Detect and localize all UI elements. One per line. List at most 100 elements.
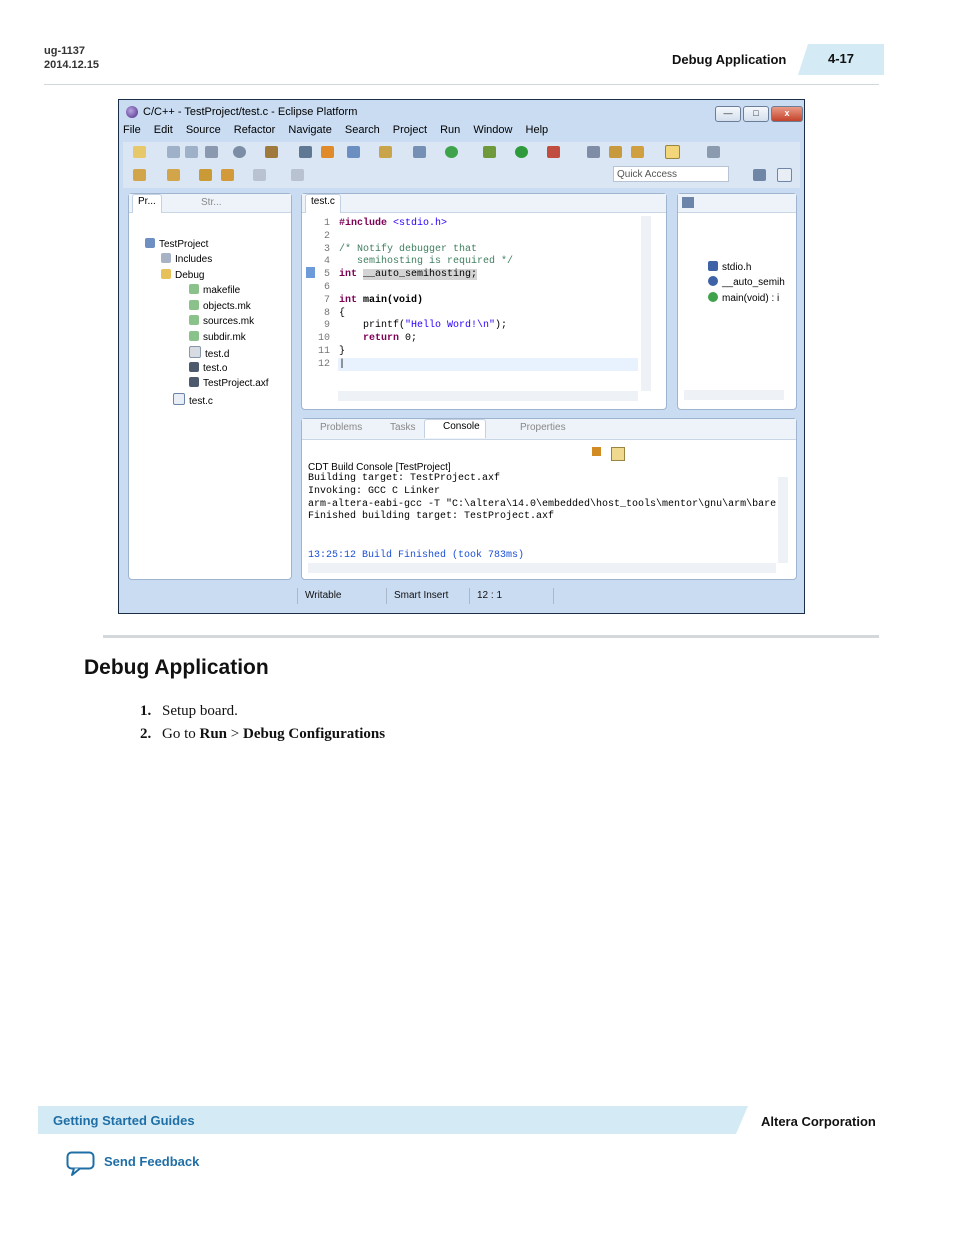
debug-icon[interactable]	[483, 146, 496, 158]
settings-icon[interactable]	[233, 146, 246, 158]
back-icon[interactable]	[221, 169, 234, 181]
build-icon[interactable]	[265, 146, 278, 158]
prev-annotation-icon[interactable]	[167, 169, 180, 181]
tree-item[interactable]: TestProject	[145, 238, 208, 250]
menu-window[interactable]: Window	[473, 124, 512, 136]
tab-structure[interactable]: Str...	[201, 197, 222, 208]
console-output: Building target: TestProject.axf Invokin…	[308, 473, 777, 561]
project-icon	[145, 238, 155, 248]
quick-access-field[interactable]: Quick Access	[613, 166, 729, 182]
editor-icon[interactable]	[299, 146, 312, 158]
next-annotation-icon[interactable]	[133, 169, 146, 181]
save-all-icon[interactable]	[185, 146, 198, 158]
tree-item[interactable]: test.c	[173, 393, 213, 407]
menu-run[interactable]: Run	[440, 124, 460, 136]
menu-navigate[interactable]: Navigate	[288, 124, 331, 136]
menu-project[interactable]: Project	[393, 124, 427, 136]
new-icon[interactable]	[133, 146, 146, 158]
minimize-button[interactable]: —	[715, 106, 741, 122]
console-vertical-scrollbar[interactable]	[778, 477, 788, 563]
code-editor[interactable]: test.c 1 2 3 4 5 6 7 8 9 10 11 12 #inclu…	[301, 193, 667, 410]
print-icon[interactable]	[205, 146, 218, 158]
run-icon[interactable]	[515, 146, 528, 158]
step-item: 1. Setup board.	[140, 703, 238, 720]
menu-file[interactable]: File	[123, 124, 141, 136]
open-perspective-icon[interactable]	[753, 169, 766, 181]
tree-item[interactable]: test.o	[189, 362, 227, 374]
project-tabs: Pr... Str...	[129, 194, 291, 213]
step-number: 1.	[140, 703, 152, 719]
pin-console-icon[interactable]	[611, 447, 625, 461]
editor-horizontal-scrollbar[interactable]	[338, 391, 638, 401]
window-title: C/C++ - TestProject/test.c - Eclipse Pla…	[143, 106, 358, 118]
footer-guides-link[interactable]: Getting Started Guides	[53, 1113, 195, 1128]
status-insert-mode: Smart Insert	[394, 590, 449, 601]
step-text: Setup board.	[162, 703, 238, 719]
save-icon[interactable]	[167, 146, 180, 158]
tree-item-label: subdir.mk	[203, 332, 246, 343]
external-tools-icon[interactable]	[547, 146, 560, 158]
tree-item[interactable]: Includes	[161, 253, 212, 265]
status-divider	[297, 588, 298, 604]
line-numbers: 1 2 3 4 5 6 7 8 9 10 11 12	[317, 218, 330, 370]
header-divider	[44, 84, 879, 85]
tab-properties[interactable]: Properties	[520, 422, 566, 433]
eclipse-app-icon	[126, 106, 138, 118]
last-edit-icon[interactable]	[199, 169, 212, 181]
console-title: CDT Build Console [TestProject]	[308, 462, 451, 473]
tab-project-explorer[interactable]: Pr...	[132, 194, 162, 213]
tree-item[interactable]: subdir.mk	[189, 331, 246, 343]
c-perspective-icon[interactable]	[777, 168, 792, 182]
tree-item[interactable]: objects.mk	[189, 300, 251, 312]
refresh-icon[interactable]	[445, 146, 458, 158]
outline-item[interactable]: __auto_semih	[708, 276, 785, 288]
console-horizontal-scrollbar[interactable]	[308, 563, 776, 573]
class-icon[interactable]	[413, 146, 426, 158]
tab-problems[interactable]: Problems	[320, 422, 362, 433]
outline-scrollbar[interactable]	[684, 390, 784, 400]
pin-icon[interactable]	[291, 169, 304, 181]
menu-help[interactable]: Help	[526, 124, 549, 136]
new-project-icon[interactable]	[347, 146, 360, 158]
highlight-icon[interactable]	[665, 145, 680, 159]
maximize-button[interactable]: □	[743, 106, 769, 122]
tree-item[interactable]: sources.mk	[189, 315, 254, 327]
outline-icon[interactable]	[682, 197, 694, 208]
menu-refactor[interactable]: Refactor	[234, 124, 276, 136]
header-section-title: Debug Application	[672, 52, 787, 67]
menu-edit[interactable]: Edit	[154, 124, 173, 136]
feedback-icon[interactable]	[66, 1151, 96, 1182]
forward-icon[interactable]	[253, 169, 266, 181]
send-feedback-link[interactable]: Send Feedback	[104, 1154, 199, 1169]
tab-test-c[interactable]: test.c	[305, 194, 341, 213]
project-explorer: Pr... Str... TestProject Includes Debug …	[128, 193, 292, 580]
show-whitespace-icon[interactable]	[707, 146, 720, 158]
debug-configurations-reference: Debug Configurations	[243, 726, 386, 742]
tree-item[interactable]: Debug	[161, 269, 204, 281]
outline-item[interactable]: stdio.h	[708, 261, 751, 273]
rss-icon[interactable]	[321, 146, 334, 158]
marker-icon[interactable]	[631, 146, 644, 158]
close-button[interactable]: x	[771, 106, 803, 122]
tab-console[interactable]: Console	[424, 419, 486, 438]
skip-breakpoints-icon[interactable]	[587, 146, 600, 158]
tree-item-label: objects.mk	[203, 301, 251, 312]
file-icon	[189, 315, 199, 325]
menu-search[interactable]: Search	[345, 124, 380, 136]
semihosting-marker-icon	[306, 267, 315, 278]
variable-icon	[708, 276, 718, 286]
folder-icon[interactable]	[379, 146, 392, 158]
folder-icon	[161, 269, 171, 279]
section-heading: Debug Application	[84, 656, 269, 679]
tree-item[interactable]: TestProject.axf	[189, 377, 269, 389]
editor-vertical-scrollbar[interactable]	[641, 216, 651, 391]
outline-item[interactable]: main(void) : i	[708, 292, 779, 304]
open-type-icon[interactable]	[609, 146, 622, 158]
tab-tasks[interactable]: Tasks	[390, 422, 416, 433]
scroll-lock-icon[interactable]	[592, 447, 601, 456]
bottom-tabs: Problems Tasks Console Properties	[302, 419, 796, 440]
tree-item[interactable]: makefile	[189, 284, 240, 296]
tree-item[interactable]: test.d	[189, 346, 229, 360]
menu-source[interactable]: Source	[186, 124, 221, 136]
status-cursor-position: 12 : 1	[477, 590, 503, 601]
